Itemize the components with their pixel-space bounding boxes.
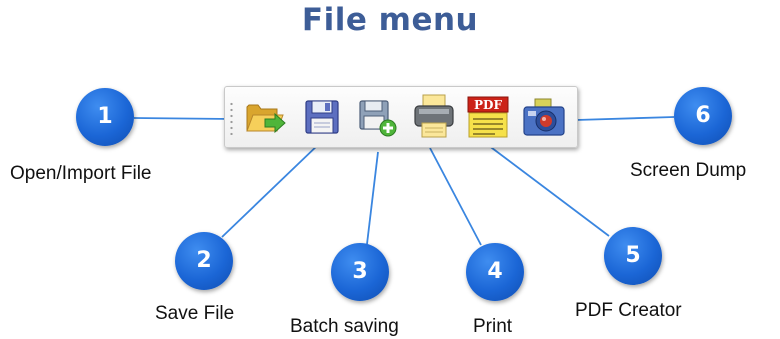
- callout-label-1: Open/Import File: [10, 163, 152, 184]
- connector-1: [133, 117, 233, 120]
- open-folder-icon: [246, 104, 286, 134]
- callout-badge-1: 1: [76, 88, 134, 146]
- pdf-icon: PDF: [467, 96, 509, 138]
- print-button[interactable]: [411, 93, 457, 141]
- connector-6: [575, 116, 675, 121]
- callout-badge-5: 5: [604, 227, 662, 285]
- batch-saving-button[interactable]: [355, 93, 401, 141]
- file-toolbar: PDF: [224, 86, 578, 148]
- callout-badge-2: 2: [175, 232, 233, 290]
- callout-label-4: Print: [473, 316, 513, 337]
- connector-3: [366, 151, 379, 245]
- connector-5: [487, 144, 610, 237]
- callout-badge-6: 6: [674, 87, 732, 145]
- batch-save-icon: [359, 100, 397, 137]
- callout-badge-3: 3: [331, 243, 389, 301]
- pdf-icon-text: PDF: [474, 98, 502, 112]
- open-import-button[interactable]: [243, 93, 289, 141]
- connector-2: [221, 142, 321, 238]
- callout-label-2: Save File: [155, 303, 235, 324]
- connector-4: [429, 147, 482, 246]
- save-file-button[interactable]: [299, 93, 345, 141]
- callout-label-3: Batch saving: [290, 316, 399, 337]
- printer-icon: [414, 94, 454, 138]
- callout-badge-4: 4: [466, 243, 524, 301]
- pdf-creator-button[interactable]: PDF: [465, 93, 511, 141]
- toolbar-grip[interactable]: [230, 101, 233, 135]
- callout-label-5: PDF Creator: [575, 300, 682, 321]
- camera-icon: [523, 98, 565, 136]
- callout-label-6: Screen Dump: [630, 160, 747, 181]
- screen-dump-button[interactable]: [521, 93, 567, 141]
- floppy-disk-icon: [305, 100, 339, 134]
